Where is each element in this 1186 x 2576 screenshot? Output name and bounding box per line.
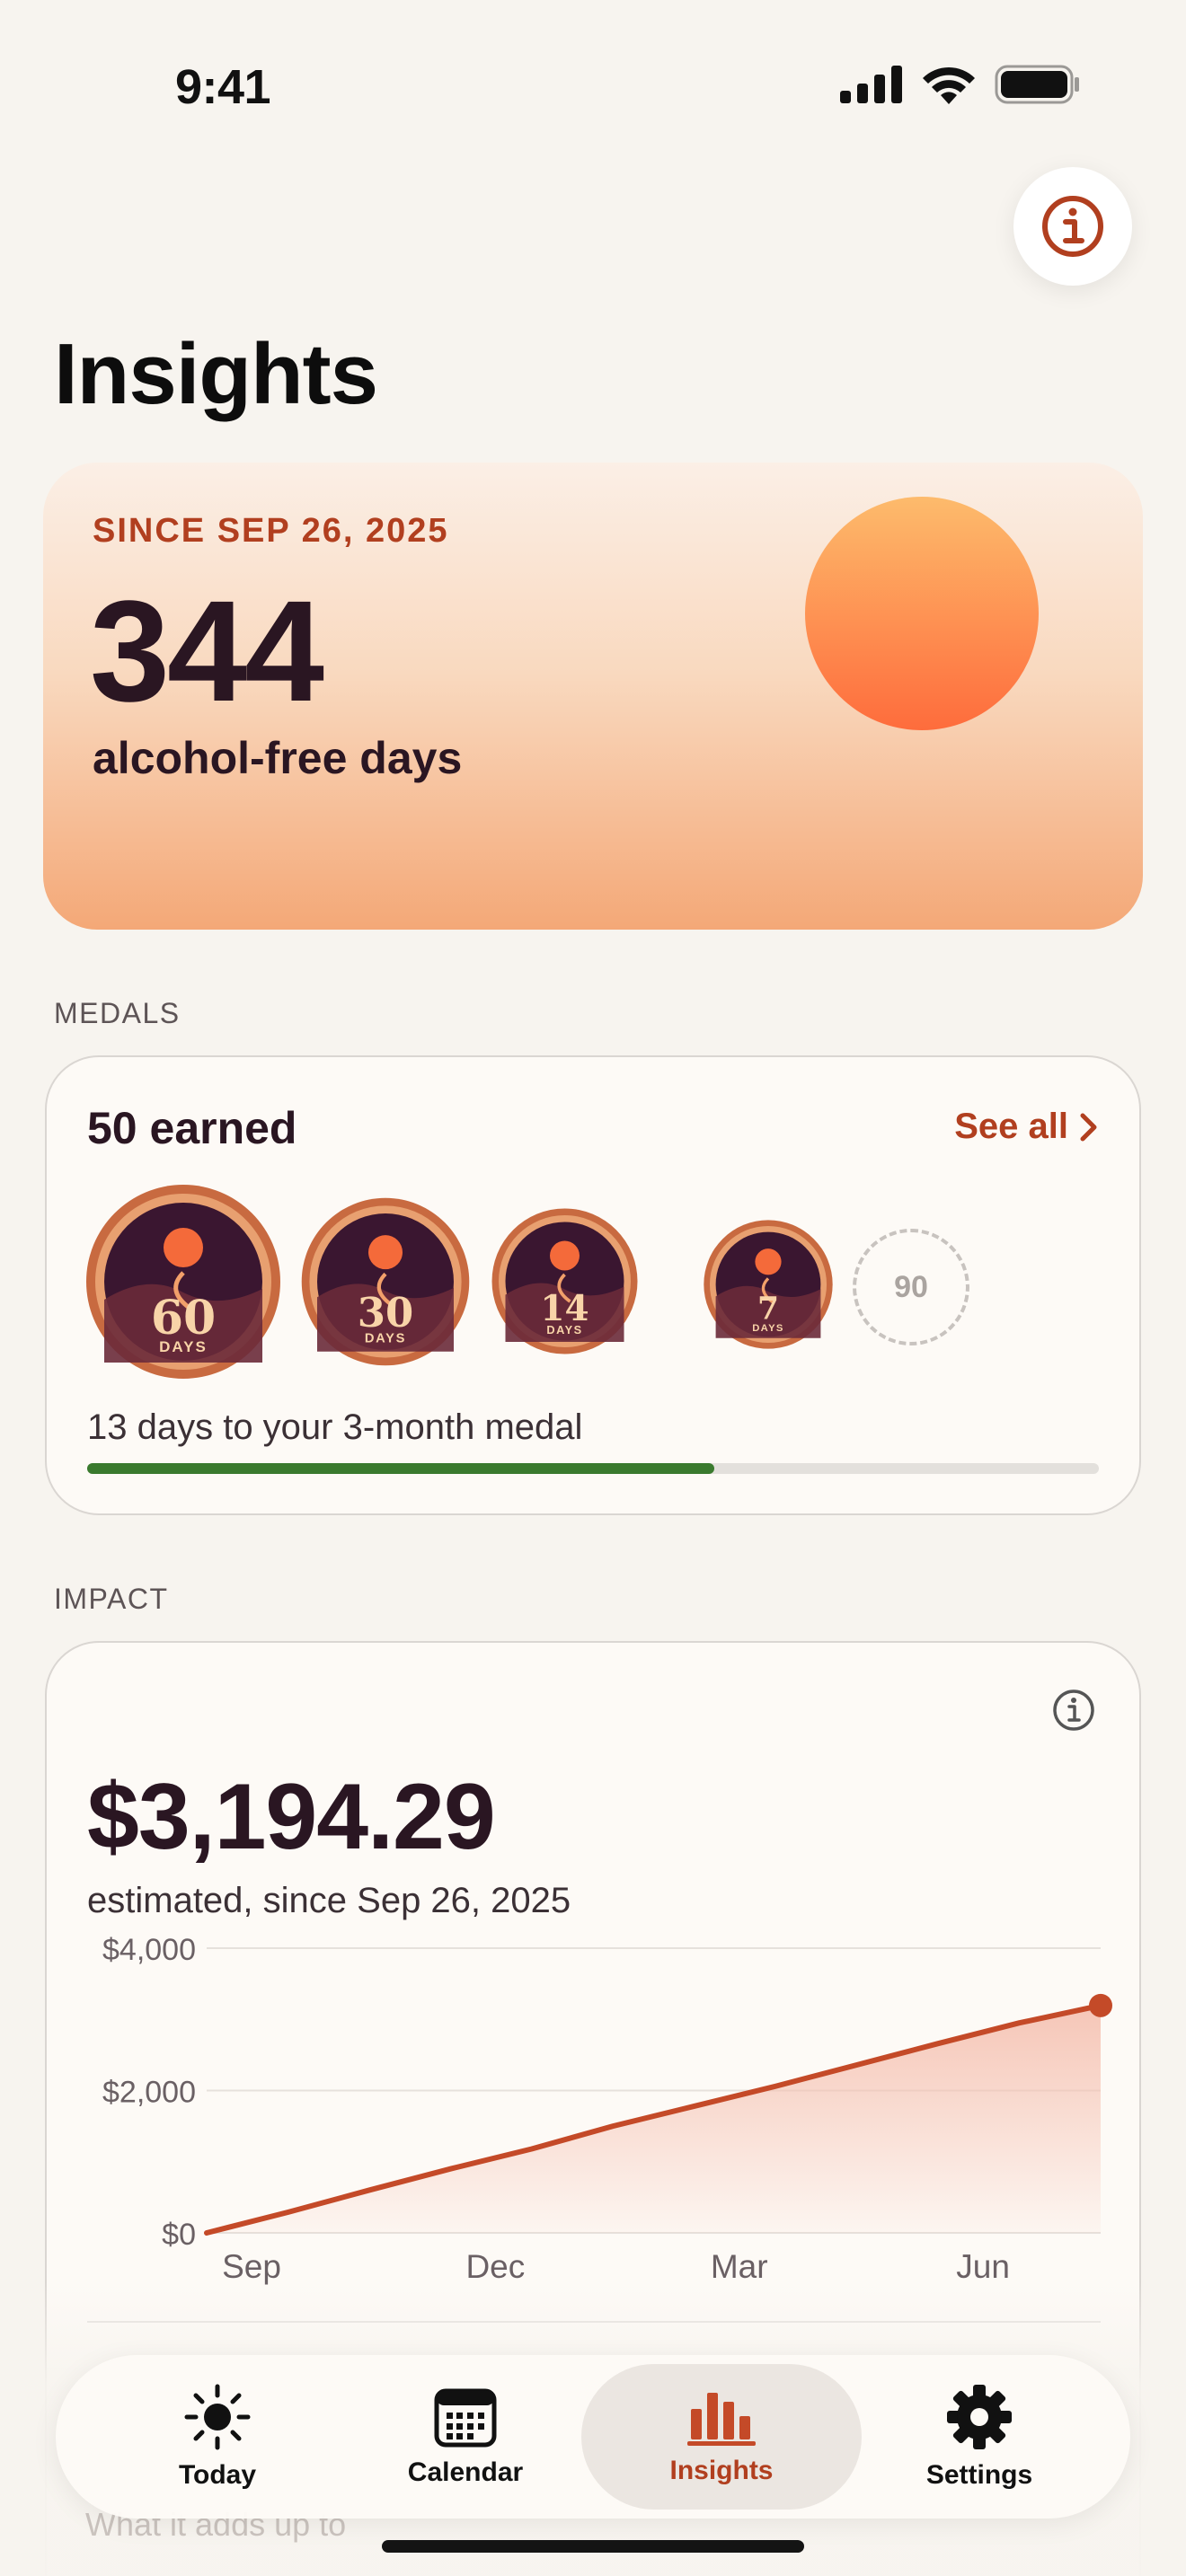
medals-card[interactable]: 50 earned See all 60 DAYS 30 DAYS 14 DAY… bbox=[45, 1055, 1141, 1515]
info-button[interactable] bbox=[1013, 167, 1132, 286]
next-medal-placeholder: 90 bbox=[853, 1229, 969, 1345]
tab-settings[interactable]: Settings bbox=[872, 2355, 1087, 2519]
status-time: 9:41 bbox=[175, 60, 271, 114]
chart-current-point bbox=[1089, 1993, 1112, 2017]
medal-7-days[interactable]: 7 DAYS bbox=[703, 1219, 834, 1350]
sun-illustration bbox=[805, 497, 1039, 730]
medal-number: 60 bbox=[151, 1291, 216, 1345]
impact-section-label: IMPACT bbox=[54, 1583, 169, 1615]
chart-y-tick-label: $2,000 bbox=[102, 2076, 196, 2110]
chart-x-tick-label: Dec bbox=[465, 2248, 525, 2285]
money-saved-amount: $3,194.29 bbox=[87, 1765, 496, 1869]
tab-today[interactable]: Today bbox=[110, 2355, 325, 2519]
chart-y-tick-label: $4,000 bbox=[102, 1933, 196, 1967]
chart-x-tick-label: Jun bbox=[956, 2248, 1010, 2285]
savings-chart: $4,000 $2,000 $0 Sep Dec Mar Jun bbox=[102, 1933, 1112, 2285]
tab-label: Insights bbox=[669, 2456, 774, 2485]
info-icon bbox=[1042, 196, 1103, 257]
gear-icon bbox=[947, 2385, 1012, 2449]
medals-earned-count: 50 earned bbox=[87, 1103, 297, 1153]
chart-x-tick-label: Mar bbox=[711, 2248, 768, 2285]
tab-bar: Today Calendar Insights Settings bbox=[56, 2355, 1130, 2519]
medal-progress-fill bbox=[87, 1463, 715, 1474]
sun-icon bbox=[184, 2384, 251, 2450]
medal-number: 7 bbox=[757, 1291, 779, 1327]
tab-label: Calendar bbox=[407, 2457, 524, 2487]
medal-row: 60 DAYS 30 DAYS 14 DAYS 7 DAYS 90 bbox=[84, 1183, 1109, 1389]
medal-30-days[interactable]: 30 DAYS bbox=[300, 1196, 471, 1367]
medal-14-days[interactable]: 14 DAYS bbox=[491, 1207, 639, 1355]
medal-unit: DAYS bbox=[365, 1331, 406, 1345]
medal-unit: DAYS bbox=[752, 1323, 784, 1334]
cellular-signal-icon bbox=[840, 66, 902, 103]
info-icon bbox=[1053, 1689, 1094, 1731]
chevron-right-icon bbox=[1080, 1113, 1097, 1141]
tab-label: Today bbox=[178, 2460, 257, 2490]
tab-calendar[interactable]: Calendar bbox=[358, 2355, 573, 2519]
status-icons bbox=[840, 65, 1081, 104]
medal-60-days[interactable]: 60 DAYS bbox=[84, 1183, 282, 1381]
streak-label: alcohol-free days bbox=[93, 733, 463, 783]
medal-unit: DAYS bbox=[546, 1323, 582, 1337]
impact-info-button[interactable] bbox=[1051, 1688, 1096, 1737]
medal-unit: DAYS bbox=[159, 1338, 208, 1355]
medal-progress-bar bbox=[87, 1463, 1099, 1474]
see-all-label: See all bbox=[954, 1107, 1068, 1146]
medal-progress-text: 13 days to your 3-month medal bbox=[87, 1407, 583, 1447]
streak-hero-card: SINCE SEP 26, 2025 344 alcohol-free days bbox=[43, 463, 1143, 930]
bar-chart-icon bbox=[687, 2393, 756, 2446]
see-all-medals-link[interactable]: See all bbox=[954, 1107, 1099, 1147]
streak-since-date: SINCE SEP 26, 2025 bbox=[93, 512, 449, 550]
tab-insights[interactable]: Insights bbox=[614, 2355, 829, 2519]
streak-day-count: 344 bbox=[90, 570, 324, 731]
medals-section-label: MEDALS bbox=[54, 997, 181, 1029]
chart-y-tick-label: $0 bbox=[162, 2218, 196, 2252]
chart-x-tick-label: Sep bbox=[222, 2248, 281, 2285]
status-bar: 9:41 bbox=[0, 0, 1186, 171]
home-indicator bbox=[382, 2540, 804, 2553]
battery-icon bbox=[995, 65, 1079, 104]
medal-number: 30 bbox=[358, 1289, 413, 1337]
tab-label: Settings bbox=[925, 2460, 1033, 2490]
calendar-icon bbox=[434, 2388, 497, 2448]
page-title: Insights bbox=[54, 326, 378, 422]
wifi-icon bbox=[923, 66, 975, 104]
